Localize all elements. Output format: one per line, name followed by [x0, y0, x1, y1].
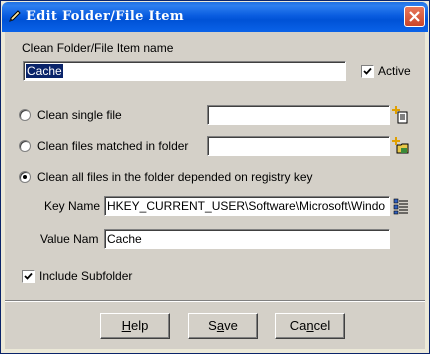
add-folder-icon[interactable] — [392, 137, 410, 155]
window-title: Edit Folder/File Item — [26, 9, 184, 24]
radio-files-matched[interactable] — [19, 140, 31, 152]
help-mnemonic: H — [121, 318, 132, 333]
item-name-field[interactable]: Cache — [23, 61, 346, 81]
active-checkbox[interactable] — [361, 65, 374, 78]
edit-item-dialog: Edit Folder/File Item Clean Folder/File … — [0, 0, 430, 354]
files-matched-field[interactable] — [207, 136, 390, 156]
item-name-label: Clean Folder/File Item name — [22, 41, 174, 55]
include-subfolder-checkbox[interactable] — [22, 270, 35, 283]
value-name-field[interactable]: Cache — [104, 229, 390, 249]
pencil-icon — [8, 9, 22, 23]
cancel-label-pre: Ca — [289, 318, 307, 333]
value-name-label: Value Nam — [40, 232, 99, 246]
registry-icon[interactable] — [392, 197, 410, 215]
single-file-label: Clean single file — [37, 108, 122, 122]
active-label: Active — [378, 64, 411, 78]
key-name-field[interactable]: HKEY_CURRENT_USER\Software\Microsoft\Win… — [104, 196, 390, 216]
save-label-pre: S — [208, 318, 217, 333]
radio-single-file[interactable] — [19, 109, 31, 121]
add-file-icon[interactable] — [392, 106, 410, 124]
cancel-button[interactable]: Cancel — [275, 313, 345, 339]
divider — [5, 300, 425, 302]
title-bar[interactable]: Edit Folder/File Item — [2, 2, 428, 32]
close-icon — [409, 11, 420, 22]
close-button[interactable] — [404, 6, 425, 27]
radio-registry[interactable] — [19, 171, 31, 183]
include-subfolder-label: Include Subfolder — [39, 269, 133, 283]
key-name-label: Key Name — [44, 199, 101, 213]
cancel-mnemonic: n — [306, 318, 314, 333]
registry-label: Clean all files in the folder depended o… — [37, 170, 313, 184]
files-matched-label: Clean files matched in folder — [37, 139, 189, 153]
help-button[interactable]: Help — [100, 313, 170, 339]
help-label-rest: elp — [131, 318, 149, 333]
save-label-rest: ve — [224, 318, 238, 333]
dialog-body: Clean Folder/File Item name Cache Active… — [5, 32, 425, 349]
cancel-label-rest: cel — [313, 318, 331, 333]
item-name-value: Cache — [26, 64, 63, 78]
save-mnemonic: a — [216, 318, 225, 333]
single-file-field[interactable] — [207, 105, 390, 125]
save-button[interactable]: Save — [188, 313, 258, 339]
